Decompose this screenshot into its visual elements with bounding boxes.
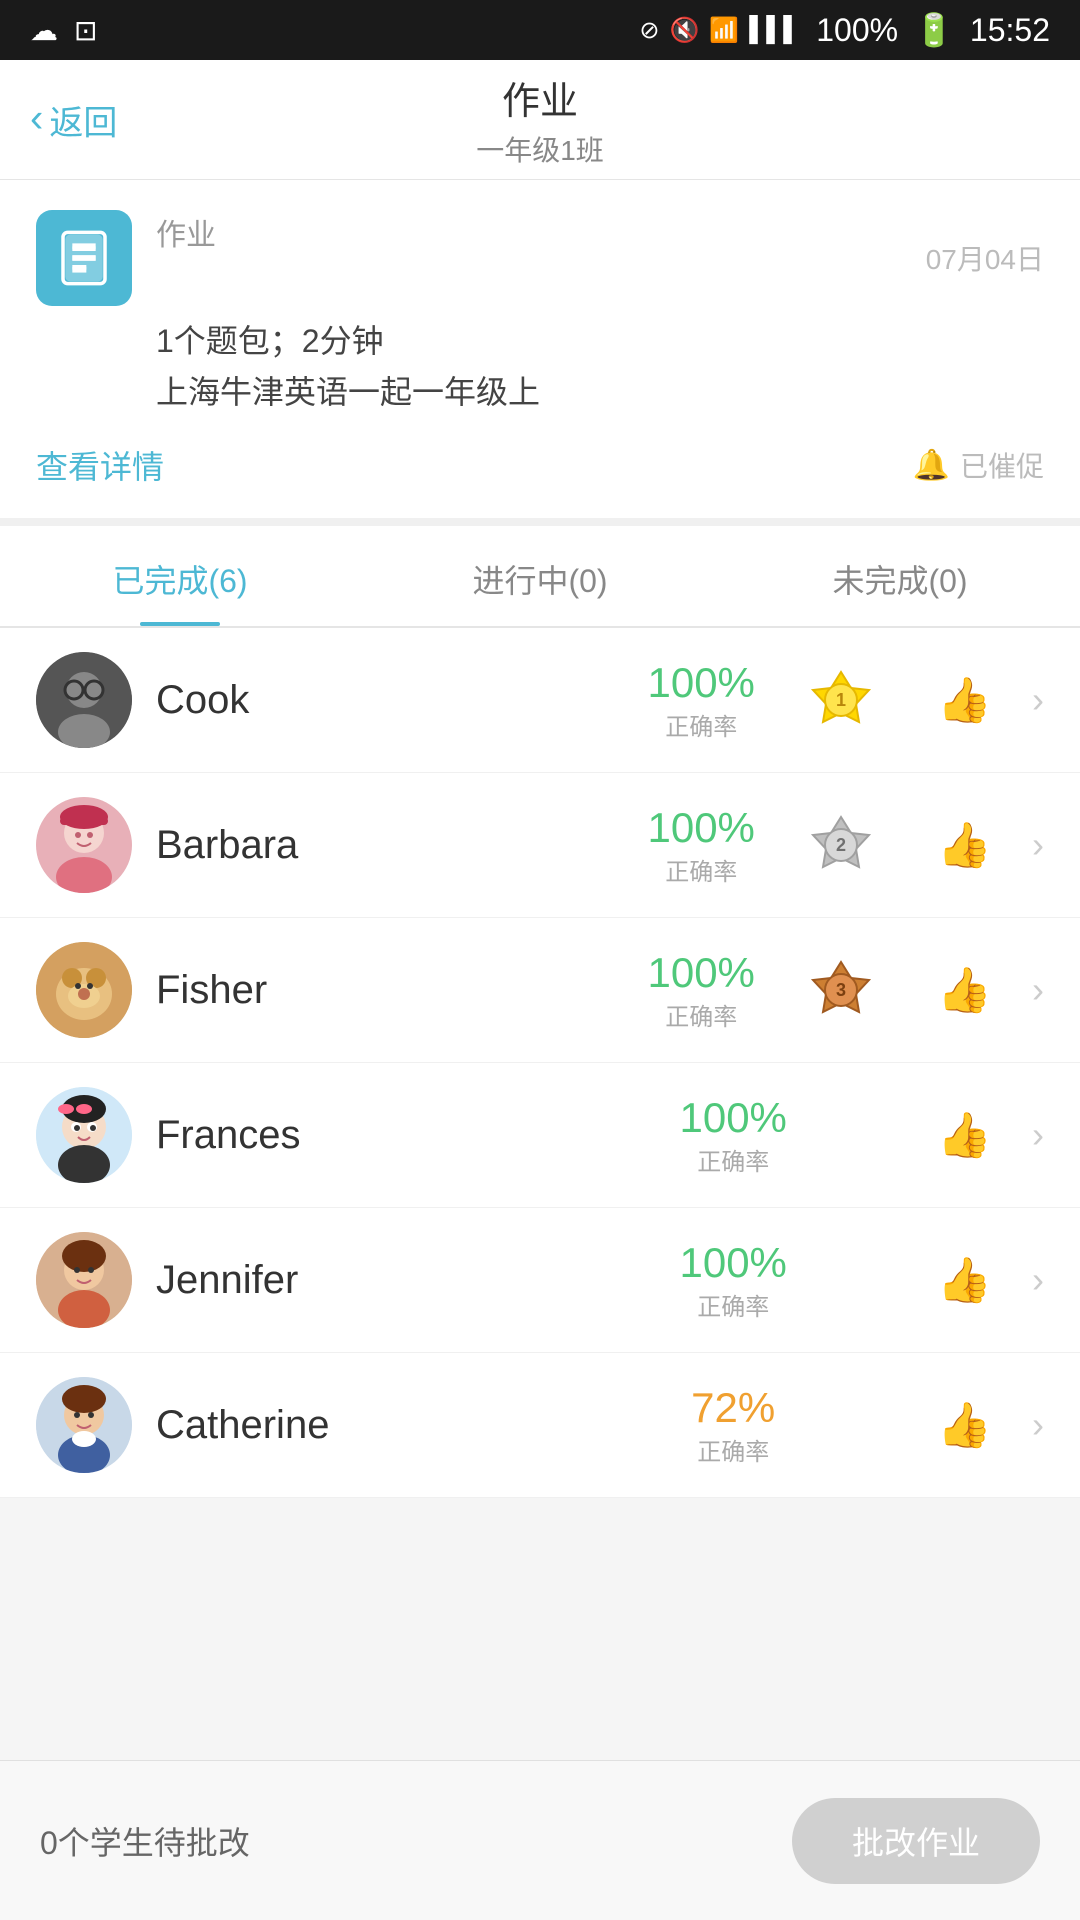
chevron-right-icon: › [1032, 1404, 1044, 1446]
clock: 15:52 [970, 12, 1050, 49]
reminder-label: 已催促 [960, 445, 1044, 485]
assignment-label: 作业 [156, 219, 216, 252]
thumbup-button[interactable]: 👍 [937, 1399, 992, 1451]
back-button[interactable]: ‹ 返回 [30, 95, 117, 144]
thumbup-button[interactable]: 👍 [937, 1254, 992, 1306]
assignment-detail2: 上海牛津英语一起一年级上 [156, 367, 1044, 418]
student-name: Barbara [156, 823, 617, 868]
reminder-section: 🔔 已催促 [913, 445, 1044, 485]
score-block: 72% 正确率 [673, 1384, 793, 1467]
score-label: 正确率 [673, 1432, 793, 1467]
rank-medal: 3 [801, 950, 881, 1030]
score-percent: 100% [641, 804, 761, 852]
score-label: 正确率 [673, 1287, 793, 1322]
assignment-details: 1个题包；2分钟 上海牛津英语一起一年级上 [156, 316, 1044, 418]
chevron-right-icon: › [1032, 1259, 1044, 1301]
student-name: Jennifer [156, 1258, 649, 1303]
assignment-date: 07月04日 [926, 238, 1044, 278]
document-icon [56, 230, 112, 286]
svg-text:2: 2 [836, 835, 846, 855]
chevron-right-icon: › [1032, 679, 1044, 721]
tabs-bar: 已完成(6) 进行中(0) 未完成(0) [0, 526, 1080, 628]
bottom-bar: 0个学生待批改 批改作业 [0, 1760, 1080, 1920]
score-percent: 100% [673, 1094, 793, 1142]
tab-incomplete[interactable]: 未完成(0) [720, 526, 1080, 626]
mute-icon: 🔇 [669, 16, 699, 45]
tab-completed[interactable]: 已完成(6) [0, 526, 360, 626]
bluetooth-icon: ⊘ [639, 16, 659, 45]
assignment-icon [36, 210, 132, 306]
assignment-info: 作业 [156, 210, 216, 254]
connectivity-icons: ⊘ 🔇 📶 ▌▌▌ [639, 16, 800, 45]
score-block: 100% 正确率 [641, 804, 761, 887]
rank-medal: 2 [801, 805, 881, 885]
bottom-spacer [0, 1498, 1080, 1698]
page-subtitle: 一年级1班 [476, 129, 604, 169]
svg-text:3: 3 [836, 980, 846, 1000]
score-block: 100% 正确率 [641, 949, 761, 1032]
back-label: 返回 [49, 95, 117, 144]
avatar [36, 942, 132, 1038]
avatar [36, 1377, 132, 1473]
assignment-card: 作业 07月04日 1个题包；2分钟 上海牛津英语一起一年级上 查看详情 🔔 已… [0, 180, 1080, 526]
wifi-icon: 📶 [709, 16, 739, 45]
signal-icon: ▌▌▌ [749, 16, 800, 44]
thumbup-button[interactable]: 👍 [937, 1109, 992, 1161]
student-name: Catherine [156, 1403, 649, 1448]
score-label: 正确率 [641, 997, 761, 1032]
image-icon: ⊡ [74, 14, 97, 47]
avatar [36, 797, 132, 893]
table-row[interactable]: Frances 100% 正确率 👍 › [0, 1063, 1080, 1208]
status-left-icons: ☁ ⊡ [30, 14, 97, 47]
grade-button[interactable]: 批改作业 [792, 1798, 1040, 1884]
score-percent: 100% [641, 659, 761, 707]
score-label: 正确率 [673, 1142, 793, 1177]
score-block: 100% 正确率 [641, 659, 761, 742]
battery-percent: 100% [816, 12, 898, 49]
table-row[interactable]: Catherine 72% 正确率 👍 › [0, 1353, 1080, 1498]
table-row[interactable]: Barbara 100% 正确率 2 👍 › [0, 773, 1080, 918]
thumbup-button[interactable]: 👍 [937, 674, 992, 726]
score-percent: 100% [641, 949, 761, 997]
table-row[interactable]: Fisher 100% 正确率 3 👍 › [0, 918, 1080, 1063]
battery-icon: 🔋 [914, 11, 954, 49]
table-row[interactable]: Cook 100% 正确率 1 👍 › [0, 628, 1080, 773]
avatar [36, 652, 132, 748]
student-name: Fisher [156, 968, 617, 1013]
score-label: 正确率 [641, 707, 761, 742]
table-row[interactable]: Jennifer 100% 正确率 👍 › [0, 1208, 1080, 1353]
student-list: Cook 100% 正确率 1 👍 › [0, 628, 1080, 1498]
assignment-detail1: 1个题包；2分钟 [156, 316, 1044, 367]
chevron-right-icon: › [1032, 969, 1044, 1011]
student-name: Cook [156, 678, 617, 723]
status-bar: ☁ ⊡ ⊘ 🔇 📶 ▌▌▌ 100% 🔋 15:52 [0, 0, 1080, 60]
score-percent: 72% [673, 1384, 793, 1432]
view-detail-link[interactable]: 查看详情 [36, 442, 164, 488]
pending-count: 0个学生待批改 [40, 1818, 250, 1864]
chevron-right-icon: › [1032, 824, 1044, 866]
assignment-footer: 查看详情 🔔 已催促 [36, 442, 1044, 488]
bell-icon: 🔔 [913, 448, 950, 483]
chevron-right-icon: › [1032, 1114, 1044, 1156]
back-chevron-icon: ‹ [30, 99, 43, 139]
status-right-info: ⊘ 🔇 📶 ▌▌▌ 100% 🔋 15:52 [639, 11, 1050, 49]
svg-text:1: 1 [836, 690, 846, 710]
score-block: 100% 正确率 [673, 1239, 793, 1322]
avatar [36, 1087, 132, 1183]
thumbup-button[interactable]: 👍 [937, 819, 992, 871]
score-block: 100% 正确率 [673, 1094, 793, 1177]
score-percent: 100% [673, 1239, 793, 1287]
tab-inprogress[interactable]: 进行中(0) [360, 526, 720, 626]
student-name: Frances [156, 1113, 649, 1158]
avatar [36, 1232, 132, 1328]
thumbup-button[interactable]: 👍 [937, 964, 992, 1016]
page-title: 作业 [502, 70, 578, 125]
page-header: ‹ 返回 作业 一年级1班 [0, 60, 1080, 180]
score-label: 正确率 [641, 852, 761, 887]
cloud-icon: ☁ [30, 14, 58, 47]
rank-medal: 1 [801, 660, 881, 740]
